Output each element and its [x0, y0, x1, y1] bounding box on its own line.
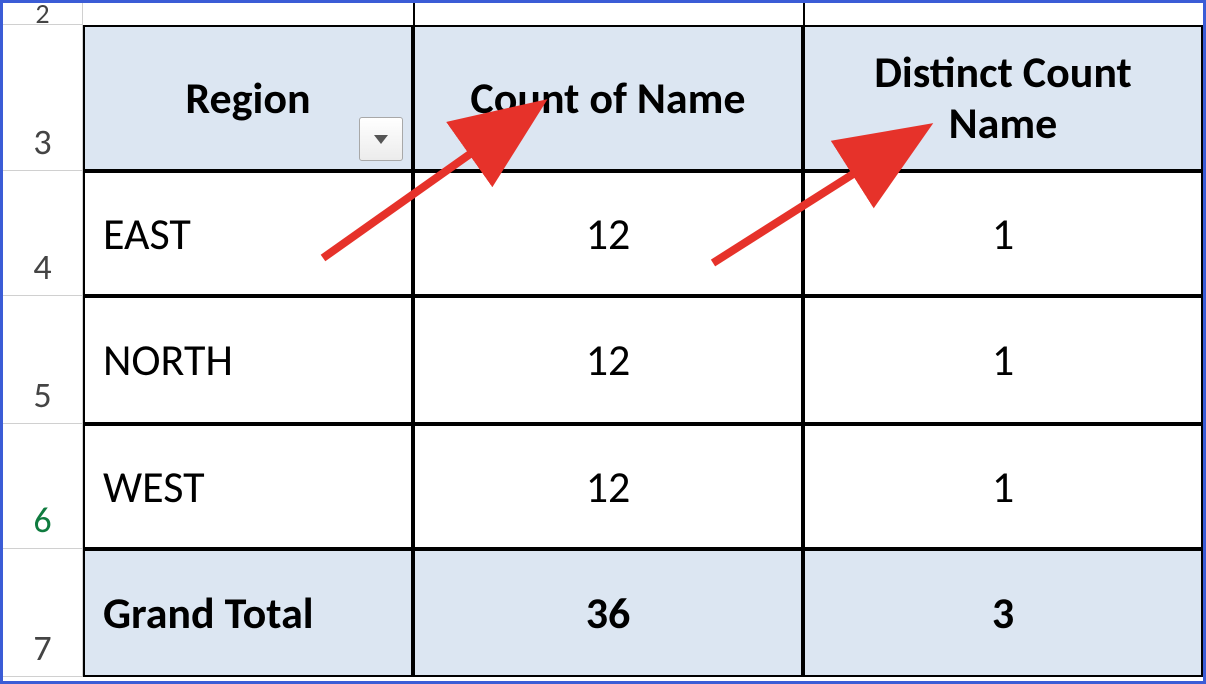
empty-cell[interactable]: [803, 3, 1203, 25]
cell-count-west[interactable]: 12: [413, 424, 803, 549]
cell-grand-total-count[interactable]: 36: [413, 549, 803, 677]
header-distinct-count-name[interactable]: Distinct Count Name: [803, 25, 1203, 171]
region-filter-button[interactable]: [359, 117, 403, 161]
header-distinct-label: Distinct Count Name: [823, 47, 1183, 148]
cell-region-east[interactable]: EAST: [83, 171, 413, 296]
row-header-2[interactable]: 2: [3, 3, 83, 25]
header-region[interactable]: Region: [83, 25, 413, 171]
cell-distinct-west[interactable]: 1: [803, 424, 1203, 549]
cell-region-west[interactable]: WEST: [83, 424, 413, 549]
empty-cell[interactable]: [413, 3, 803, 25]
header-count-of-name[interactable]: Count of Name: [413, 25, 803, 171]
pivot-table: 2 3 Region Count of Name Distinct Count …: [3, 3, 1203, 681]
cell-count-north[interactable]: 12: [413, 296, 803, 424]
cell-count-east[interactable]: 12: [413, 171, 803, 296]
cell-region-north[interactable]: NORTH: [83, 296, 413, 424]
row-header-4[interactable]: 4: [3, 171, 83, 296]
cell-distinct-east[interactable]: 1: [803, 171, 1203, 296]
header-count-label: Count of Name: [470, 73, 745, 124]
row-header-6[interactable]: 6: [3, 424, 83, 549]
row-header-7[interactable]: 7: [3, 549, 83, 677]
header-region-label: Region: [185, 73, 310, 124]
cell-grand-total-distinct[interactable]: 3: [803, 549, 1203, 677]
chevron-down-icon: [372, 133, 390, 145]
empty-cell[interactable]: [83, 3, 413, 25]
cell-distinct-north[interactable]: 1: [803, 296, 1203, 424]
cell-grand-total-label[interactable]: Grand Total: [83, 549, 413, 677]
row-header-5[interactable]: 5: [3, 296, 83, 424]
row-header-3[interactable]: 3: [3, 25, 83, 171]
